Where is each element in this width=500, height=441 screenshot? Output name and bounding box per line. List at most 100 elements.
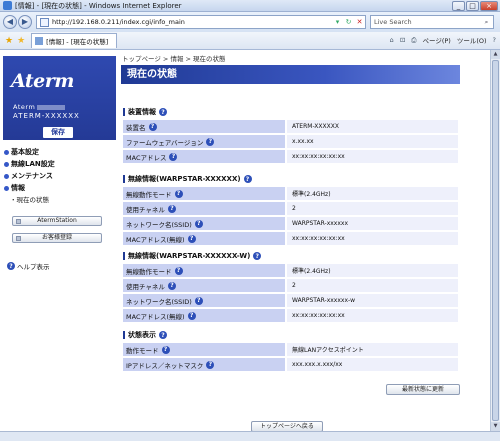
- refresh-icon[interactable]: ↻: [343, 18, 354, 26]
- section-title: 無線情報(WARPSTAR-XXXXXX): [128, 175, 241, 183]
- search-placeholder: Live Search: [374, 18, 412, 26]
- menu-basic[interactable]: 基本設定: [4, 146, 55, 158]
- model-name: Aterm: [13, 103, 66, 111]
- url-field[interactable]: http://192.168.0.211/index.cgi/info_main…: [36, 15, 366, 29]
- table-row: 無線動作モード? 標準(2.4GHz): [123, 264, 458, 277]
- help-icon[interactable]: ?: [174, 189, 183, 198]
- aterm-logo-panel: Aterm Aterm ATERM-XXXXXX 保存: [3, 56, 116, 140]
- menu-wlan[interactable]: 無線LAN設定: [4, 158, 55, 170]
- table-row: 使用チャネル? 2: [123, 202, 458, 215]
- help-icon[interactable]: ?: [206, 137, 215, 146]
- help-icon[interactable]: ?: [187, 234, 196, 243]
- help-icon[interactable]: ?: [167, 281, 176, 290]
- vertical-scrollbar[interactable]: ▲ ▼: [490, 50, 500, 431]
- dropdown-icon[interactable]: ▾: [332, 18, 343, 26]
- table-row: 使用チャネル? 2: [123, 279, 458, 292]
- help-icon[interactable]: ?: [206, 360, 215, 369]
- url-text: http://192.168.0.211/index.cgi/info_main: [52, 18, 185, 26]
- address-bar: ◀ ▶ http://192.168.0.211/index.cgi/info_…: [0, 12, 500, 32]
- table-row: ネットワーク名(SSID)? WARPSTAR-xxxxxx: [123, 217, 458, 230]
- search-icon[interactable]: ⌕: [480, 18, 493, 27]
- menu-info[interactable]: 情報: [4, 182, 55, 194]
- help-icon[interactable]: ?: [194, 219, 203, 228]
- scroll-up-icon[interactable]: ▲: [491, 50, 500, 59]
- aterm-logo: Aterm: [11, 70, 74, 92]
- table-row: MACアドレス(無線)? xx:xx:xx:xx:xx:xx: [123, 309, 458, 322]
- minimize-button[interactable]: _: [452, 1, 465, 11]
- bullet-icon: [4, 149, 9, 155]
- section-status: 状態表示? 動作モード? 無線LANアクセスポイント IPアドレス／ネットマスク?…: [123, 330, 458, 373]
- home-icon[interactable]: ⌂: [390, 36, 394, 44]
- help-icon[interactable]: ?: [161, 345, 170, 354]
- breadcrumb: トップページ > 情報 > 現在の状態: [122, 55, 226, 63]
- menu-current-status[interactable]: ・現在の状態: [10, 194, 55, 206]
- bullet-icon: [4, 161, 9, 167]
- section-title: 装置情報: [128, 108, 156, 116]
- device-id: ATERM-XXXXXX: [13, 112, 80, 120]
- table-row: ファームウェアバージョン? x.xx.xx: [123, 135, 458, 148]
- ie-icon: [3, 1, 12, 10]
- tools-menu[interactable]: ツール(O): [457, 35, 487, 45]
- help-link[interactable]: ? ヘルプ表示: [7, 261, 50, 271]
- tab-favicon: [35, 37, 44, 45]
- table-row: 動作モード? 無線LANアクセスポイント: [123, 343, 458, 356]
- page-title: 現在の状態: [121, 65, 460, 84]
- window-titlebar: [情報] - [現在の状態] - Windows Internet Explor…: [0, 0, 500, 12]
- help-icon[interactable]: ?: [159, 331, 167, 339]
- table-row: IPアドレス／ネットマスク? xxx.xxx.x.xxx/xx: [123, 358, 458, 371]
- print-icon[interactable]: ⎙: [411, 36, 416, 45]
- back-to-top-button[interactable]: トップページへ戻る: [251, 421, 323, 431]
- back-button[interactable]: ◀: [3, 15, 17, 29]
- help-icon[interactable]: ?: [167, 204, 176, 213]
- forward-button[interactable]: ▶: [18, 15, 32, 29]
- table-row: MACアドレス? xx:xx:xx:xx:xx:xx: [123, 150, 458, 163]
- help-icon[interactable]: ?: [194, 296, 203, 305]
- feed-icon[interactable]: ⊡: [400, 36, 405, 44]
- search-input[interactable]: Live Search ⌕: [370, 15, 494, 29]
- window-title: [情報] - [現在の状態] - Windows Internet Explor…: [15, 1, 182, 10]
- tab-label: [情報] - [現在の状態]: [46, 38, 109, 46]
- menu-maintenance[interactable]: メンテナンス: [4, 170, 55, 182]
- section-wireless-2: 無線情報(WARPSTAR-XXXXXX-W)? 無線動作モード? 標準(2.4G…: [123, 251, 458, 324]
- favorites-star-icon[interactable]: ★: [5, 36, 13, 46]
- refresh-button[interactable]: 最新状態に更新: [386, 384, 460, 395]
- help-icon[interactable]: ?: [148, 122, 157, 131]
- page-content: Aterm Aterm ATERM-XXXXXX 保存 基本設定 無線LAN設定…: [0, 50, 490, 431]
- bullet-icon: [4, 173, 9, 179]
- tab-bar: ★ ★ [情報] - [現在の状態] ⌂ ⊡ ⎙ ページ(P) ツール(O) ?: [0, 32, 500, 50]
- page-icon: [40, 17, 49, 27]
- help-icon[interactable]: ?: [243, 175, 252, 183]
- table-row: ネットワーク名(SSID)? WARPSTAR-xxxxxx-w: [123, 294, 458, 307]
- atermstation-button[interactable]: AtermStation: [12, 216, 102, 226]
- help-icon[interactable]: ?: [187, 311, 196, 320]
- section-title: 無線情報(WARPSTAR-XXXXXX-W): [128, 252, 251, 260]
- help-icon: ?: [7, 262, 15, 270]
- register-button[interactable]: お客様登録: [12, 233, 102, 243]
- close-button[interactable]: ×: [480, 1, 498, 11]
- button-square-icon: [16, 219, 21, 224]
- help-icon[interactable]: ?: [159, 108, 167, 116]
- bullet-icon: [4, 185, 9, 191]
- model-blur: [37, 104, 66, 110]
- save-button[interactable]: 保存: [43, 127, 73, 138]
- side-menu: 基本設定 無線LAN設定 メンテナンス 情報 ・現在の状態: [4, 146, 55, 206]
- main-panel: トップページ > 情報 > 現在の状態 現在の状態 装置情報? 装置名? ATER…: [118, 50, 490, 431]
- table-row: MACアドレス(無線)? xx:xx:xx:xx:xx:xx: [123, 232, 458, 245]
- help-icon[interactable]: ?: [174, 266, 183, 275]
- help-menu-icon[interactable]: ?: [493, 36, 496, 44]
- help-icon[interactable]: ?: [253, 252, 262, 260]
- add-favorite-icon[interactable]: ★: [17, 36, 25, 46]
- scroll-down-icon[interactable]: ▼: [491, 422, 500, 431]
- scroll-thumb[interactable]: [492, 60, 499, 421]
- help-icon[interactable]: ?: [169, 152, 178, 161]
- maximize-button[interactable]: □: [466, 1, 479, 11]
- tab-current[interactable]: [情報] - [現在の状態]: [31, 33, 118, 48]
- button-square-icon: [16, 236, 21, 241]
- stop-icon[interactable]: ✕: [354, 18, 365, 26]
- section-title: 状態表示: [128, 331, 156, 339]
- sidebar: Aterm Aterm ATERM-XXXXXX 保存 基本設定 無線LAN設定…: [0, 50, 116, 431]
- table-row: 無線動作モード? 標準(2.4GHz): [123, 187, 458, 200]
- page-menu[interactable]: ページ(P): [422, 35, 450, 45]
- table-row: 装置名? ATERM-XXXXXX: [123, 120, 458, 133]
- section-wireless-1: 無線情報(WARPSTAR-XXXXXX)? 無線動作モード? 標準(2.4GHz…: [123, 174, 458, 247]
